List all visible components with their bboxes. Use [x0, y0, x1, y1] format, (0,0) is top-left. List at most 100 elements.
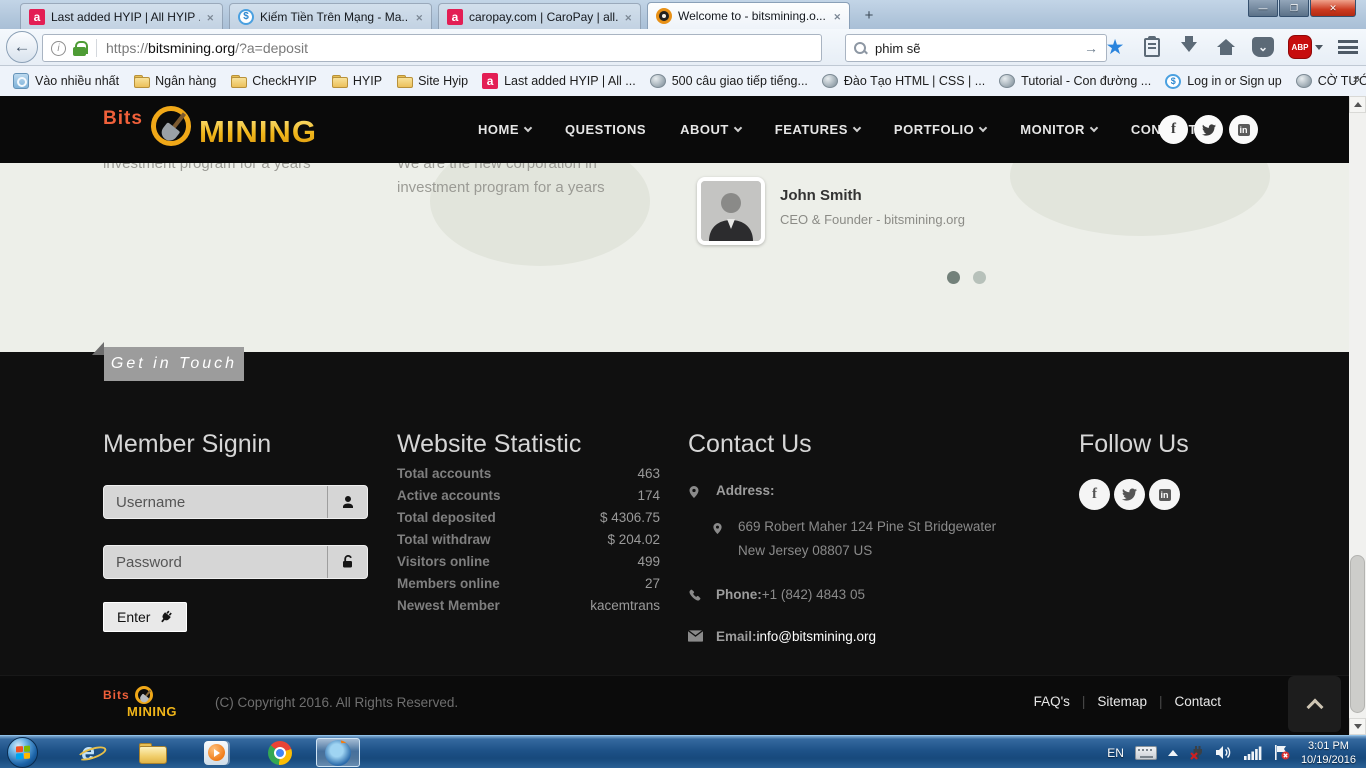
nav-portfolio[interactable]: PORTFOLIO — [894, 122, 988, 137]
globe-icon — [1295, 74, 1312, 88]
bookmark-folder[interactable]: CheckHYIP — [223, 70, 324, 92]
nav-monitor[interactable]: MONITOR — [1020, 122, 1099, 137]
bookmark-folder[interactable]: HYIP — [324, 70, 389, 92]
tab-close-icon[interactable] — [624, 10, 632, 24]
hyip-favicon — [482, 73, 499, 89]
maximize-button[interactable]: ❐ — [1279, 0, 1309, 17]
close-button[interactable]: ✕ — [1310, 0, 1356, 17]
scroll-to-top-button[interactable] — [1288, 676, 1341, 732]
bookmarks-overflow-icon[interactable]: » — [1353, 71, 1360, 86]
testimonial-text-center-2: investment program for a years — [397, 179, 605, 196]
link-sitemap[interactable]: Sitemap — [1097, 694, 1147, 709]
copyright-text: (C) Copyright 2016. All Rights Reserved. — [215, 695, 459, 710]
minimize-button[interactable]: — — [1248, 0, 1278, 17]
scrollbar-down-button[interactable] — [1349, 718, 1366, 735]
scrollbar-thumb[interactable] — [1350, 555, 1365, 713]
email-label: Email: — [716, 629, 757, 644]
nav-features[interactable]: FEATURES — [775, 122, 862, 137]
power-plug-icon[interactable] — [1189, 745, 1205, 761]
start-button[interactable] — [7, 737, 38, 768]
taskbar-clock[interactable]: 3:01 PM 10/19/2016 — [1301, 739, 1362, 767]
scrollbar-up-button[interactable] — [1349, 96, 1366, 113]
bookmark-label: Vào nhiều nhất — [35, 74, 120, 88]
home-icon[interactable] — [1214, 35, 1238, 59]
page-info-icon[interactable]: i — [51, 40, 66, 56]
stat-row: Visitors online 499 — [397, 554, 660, 569]
stat-row: Total withdraw $ 204.02 — [397, 532, 660, 547]
bookmark-link[interactable]: Last added HYIP | All ... — [475, 70, 643, 92]
taskbar-explorer[interactable] — [130, 738, 174, 767]
keyboard-icon[interactable] — [1134, 745, 1157, 760]
follow-title: Follow Us — [1079, 430, 1189, 458]
nav-home[interactable]: HOME — [478, 122, 533, 137]
password-field[interactable] — [104, 546, 327, 578]
link-faqs[interactable]: FAQ's — [1034, 694, 1070, 709]
linkedin-icon[interactable]: in — [1149, 479, 1180, 510]
chevron-down-icon — [979, 123, 988, 132]
bookmark-folder[interactable]: Site Hyip — [389, 70, 475, 92]
bookmark-link[interactable]: Tutorial - Con đường ... — [992, 71, 1158, 91]
bookmark-most-visited[interactable]: Vào nhiều nhất — [6, 70, 126, 92]
search-input[interactable] — [875, 40, 1084, 56]
menu-hamburger-icon[interactable] — [1336, 35, 1360, 59]
language-indicator[interactable]: EN — [1107, 746, 1124, 760]
bookmark-folder[interactable]: Ngân hàng — [126, 70, 223, 92]
browser-tab-1[interactable]: Last added HYIP | All HYIP ... — [20, 3, 223, 29]
bookmark-star-icon[interactable]: ★ — [1103, 35, 1127, 59]
tab-close-icon[interactable] — [833, 9, 841, 23]
browser-titlebar: Last added HYIP | All HYIP ... Kiếm Tiền… — [0, 0, 1366, 29]
chevron-down-icon — [1315, 44, 1323, 50]
site-logo[interactable]: Bits MINING — [103, 104, 323, 156]
email-value[interactable]: info@bitsmining.org — [757, 629, 877, 644]
taskbar-ie[interactable]: e — [66, 738, 110, 767]
browser-tab-2[interactable]: Kiếm Tiền Trên Mạng - Ma... — [229, 3, 432, 29]
downloads-icon[interactable] — [1177, 35, 1201, 59]
network-signal-icon[interactable] — [1243, 746, 1262, 760]
twitter-icon[interactable] — [1114, 479, 1145, 510]
stat-row: Newest Member kacemtrans — [397, 598, 660, 613]
facebook-icon[interactable]: f — [1079, 479, 1110, 510]
pocket-icon[interactable]: ⌄ — [1251, 35, 1275, 59]
username-group — [103, 485, 368, 519]
logo-text-bits: Bits — [103, 108, 143, 129]
search-bar[interactable]: → — [845, 34, 1107, 62]
volume-icon[interactable] — [1215, 745, 1233, 760]
email-icon — [687, 629, 704, 645]
adblock-button[interactable]: ABP — [1288, 35, 1323, 59]
hidden-icons-arrow[interactable] — [1167, 749, 1178, 756]
browser-tab-active[interactable]: Welcome to - bitsmining.o... — [647, 2, 850, 29]
clock-date: 10/19/2016 — [1300, 753, 1356, 766]
carousel-dot[interactable] — [973, 271, 986, 284]
taskbar-firefox-active[interactable] — [316, 738, 360, 767]
action-center-flag-icon[interactable] — [1273, 745, 1290, 760]
bookmark-link[interactable]: Log in or Sign up — [1158, 71, 1289, 92]
facebook-icon[interactable]: f — [1159, 115, 1188, 144]
url-bar[interactable]: i https://bitsmining.org/?a=deposit — [42, 34, 822, 62]
username-field[interactable] — [104, 486, 327, 518]
bookmarks-menu-icon[interactable] — [1140, 35, 1164, 59]
twitter-icon[interactable] — [1194, 115, 1223, 144]
enter-button[interactable]: Enter — [103, 602, 188, 632]
taskbar-media-player[interactable] — [194, 738, 238, 767]
nav-questions[interactable]: QUESTIONS — [565, 122, 646, 137]
phone-icon — [688, 587, 704, 605]
bookmark-link[interactable]: 500 câu giao tiếp tiếng... — [643, 71, 815, 91]
page-scrollbar[interactable] — [1349, 96, 1366, 735]
tab-close-icon[interactable] — [206, 10, 214, 24]
link-contact[interactable]: Contact — [1174, 694, 1221, 709]
tab-close-icon[interactable] — [415, 10, 423, 24]
taskbar-chrome[interactable] — [258, 738, 302, 767]
new-tab-button[interactable]: + — [856, 7, 882, 27]
unlock-icon — [327, 546, 367, 578]
nav-about[interactable]: ABOUT — [680, 122, 743, 137]
browser-tab-3[interactable]: caropay.com | CaroPay | all... — [438, 3, 641, 29]
footer-logo[interactable]: Bits MINING — [103, 686, 193, 726]
windows-taskbar: e EN 3:01 PM 10/19/2016 — [0, 735, 1366, 768]
back-button[interactable]: ← — [6, 31, 38, 63]
tab-title: caropay.com | CaroPay | all... — [469, 9, 619, 24]
linkedin-icon[interactable]: in — [1229, 115, 1258, 144]
https-lock-icon[interactable] — [73, 40, 88, 56]
bookmark-link[interactable]: Đào Tạo HTML | CSS | ... — [815, 71, 992, 91]
search-go-icon[interactable]: → — [1084, 40, 1098, 56]
carousel-dot-active[interactable] — [947, 271, 960, 284]
